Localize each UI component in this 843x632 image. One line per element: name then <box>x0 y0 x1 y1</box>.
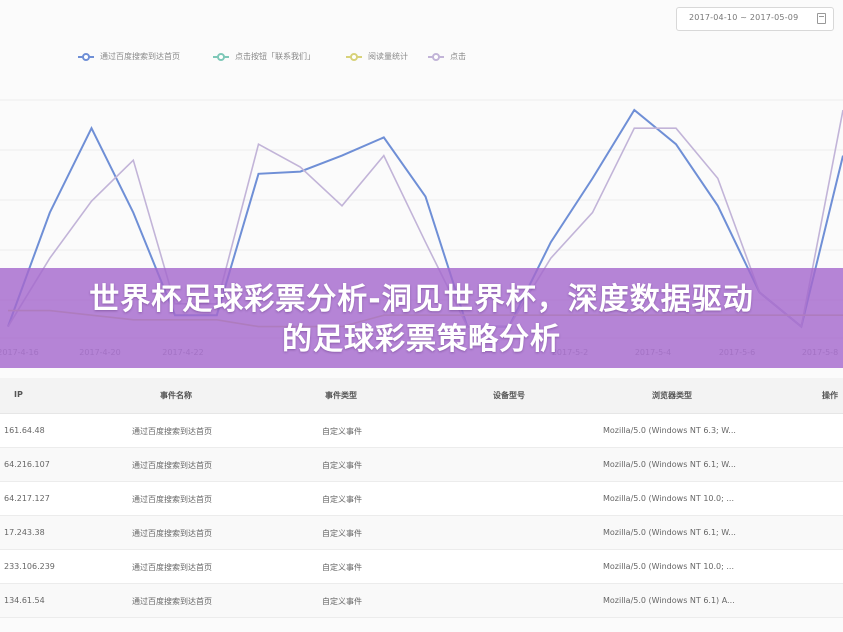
cell-browser: Mozilla/5.0 (Windows NT 6.1; W... <box>603 528 736 537</box>
calendar-icon <box>817 13 826 24</box>
analytics-page: 2017-04-10 ~ 2017-05-09 通过百度搜索到达首页 点击按钮「… <box>0 0 843 632</box>
legend-dot-baidu-search <box>82 53 90 61</box>
table-row[interactable]: 233.106.239 通过百度搜索到达首页 自定义事件 Mozilla/5.0 (W… <box>0 550 843 584</box>
legend-label-contact-button: 点击按钮「联系我们」 <box>235 52 315 61</box>
legend-dot-contact-button <box>217 53 225 61</box>
cell-ip: 17.243.38 <box>4 528 45 537</box>
cell-browser: Mozilla/5.0 (Windows NT 10.0; ... <box>603 494 734 503</box>
cell-browser: Mozilla/5.0 (Windows NT 6.1; W... <box>603 460 736 469</box>
table-row[interactable]: 161.64.48 通过百度搜索到达首页 自定义事件 Mozilla/5.0 (Win… <box>0 414 843 448</box>
legend-label-reads: 阅读量统计 <box>368 52 408 61</box>
cell-event-type: 自定义事件 <box>322 529 362 538</box>
column-header-device[interactable]: 设备型号 <box>493 390 525 401</box>
cell-ip: 134.61.54 <box>4 596 45 605</box>
table-row[interactable]: 64.216.107 通过百度搜索到达首页 自定义事件 Mozilla/5.0 (Wi… <box>0 448 843 482</box>
date-range-text: 2017-04-10 ~ 2017-05-09 <box>689 13 799 22</box>
title-banner: 世界杯足球彩票分析-洞见世界杯，深度数据驱动 的足球彩票策略分析 <box>0 268 843 368</box>
cell-ip: 64.216.107 <box>4 460 50 469</box>
cell-event-type: 自定义事件 <box>322 495 362 504</box>
cell-event-type: 自定义事件 <box>322 427 362 436</box>
banner-title-line-1: 世界杯足球彩票分析-洞见世界杯，深度数据驱动 <box>89 282 754 317</box>
legend-dot-reads <box>350 53 358 61</box>
cell-browser: Mozilla/5.0 (Windows NT 6.3; W... <box>603 426 736 435</box>
date-range-picker[interactable]: 2017-04-10 ~ 2017-05-09 <box>676 7 834 31</box>
column-header-ip[interactable]: IP <box>14 390 23 399</box>
table-row[interactable]: 134.61.54 通过百度搜索到达首页 自定义事件 Mozilla/5.0 (Win… <box>0 584 843 618</box>
cell-event-name: 通过百度搜索到达首页 <box>132 529 212 538</box>
cell-event-name: 通过百度搜索到达首页 <box>132 597 212 606</box>
cell-event-name: 通过百度搜索到达首页 <box>132 495 212 504</box>
column-header-browser[interactable]: 浏览器类型 <box>652 390 692 401</box>
banner-title-line-2: 的足球彩票策略分析 <box>282 322 561 357</box>
cell-browser: Mozilla/5.0 (Windows NT 6.1) A... <box>603 596 735 605</box>
table-row[interactable]: 17.243.38 通过百度搜索到达首页 自定义事件 Mozilla/5.0 (Win… <box>0 516 843 550</box>
legend-label-clicks: 点击 <box>450 52 466 61</box>
cell-ip: 161.64.48 <box>4 426 45 435</box>
cell-event-type: 自定义事件 <box>322 563 362 572</box>
banner-title: 世界杯足球彩票分析-洞见世界杯，深度数据驱动 的足球彩票策略分析 <box>0 280 843 360</box>
cell-ip: 233.106.239 <box>4 562 55 571</box>
column-header-event-type[interactable]: 事件类型 <box>325 390 357 401</box>
legend-label-baidu-search: 通过百度搜索到达首页 <box>100 52 180 61</box>
cell-browser: Mozilla/5.0 (Windows NT 10.0; ... <box>603 562 734 571</box>
cell-event-name: 通过百度搜索到达首页 <box>132 563 212 572</box>
cell-event-name: 通过百度搜索到达首页 <box>132 461 212 470</box>
cell-ip: 64.217.127 <box>4 494 50 503</box>
table-row[interactable]: 64.217.127 通过百度搜索到达首页 自定义事件 Mozilla/5.0 (Wi… <box>0 482 843 516</box>
legend-dot-clicks <box>432 53 440 61</box>
table-header: IP 事件名称 事件类型 设备型号 浏览器类型 操作 <box>0 378 843 414</box>
cell-event-name: 通过百度搜索到达首页 <box>132 427 212 436</box>
column-header-actions[interactable]: 操作 <box>822 390 838 401</box>
cell-event-type: 自定义事件 <box>322 597 362 606</box>
column-header-event-name[interactable]: 事件名称 <box>160 390 192 401</box>
cell-event-type: 自定义事件 <box>322 461 362 470</box>
